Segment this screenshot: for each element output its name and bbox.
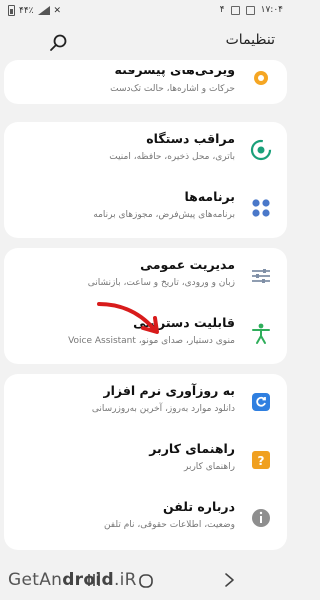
software-update-icon [252,393,270,411]
item-title: درباره تلفن [163,499,235,514]
settings-item-advanced-features[interactable]: ویژگی‌های پیشرفته حرکات و اشاره‌ها، حالت… [4,60,287,104]
watermark-suffix: .iR [113,570,137,590]
watermark-text: GetAndroid.iR [8,570,137,590]
watermark-prefix: GetAn [8,570,63,590]
battery-icon [8,5,15,16]
notification-count: ۴ [219,5,225,15]
settings-item-software-update[interactable]: به روزآوری نرم افزار دانلود موارد به‌روز… [4,374,287,432]
device-care-icon [250,139,272,161]
item-title: مدیریت عمومی [140,257,235,272]
general-management-icon [252,269,270,283]
settings-item-device-care[interactable]: مراقب دستگاه باتری، محل ذخیره، حافظه، ام… [4,122,287,180]
back-icon[interactable] [222,572,236,588]
item-title: راهنمای کاربر [149,441,235,456]
wifi-icon: ✕ [53,5,62,16]
status-right: ۴ ۱۷:۰۴ [220,5,283,15]
item-subtitle: زبان و ورودی، تاریخ و ساعت، بازنشانی [87,278,235,288]
page-title: تنظیمات [225,32,275,48]
advanced-features-icon [254,71,268,85]
screenshot-icon [230,5,240,15]
settings-item-about-phone[interactable]: درباره تلفن وضعیت، اطلاعات حقوقی، نام تل… [4,490,287,548]
battery-percent: ۴۴٪ [19,5,34,16]
settings-card-about: به روزآوری نرم افزار دانلود موارد به‌روز… [4,374,287,550]
item-subtitle: وضعیت، اطلاعات حقوقی، نام تلفن [103,520,235,530]
home-icon[interactable] [137,572,155,590]
svg-text:?: ? [258,454,265,468]
watermark-bold: droid [62,570,114,590]
item-subtitle: حرکات و اشاره‌ها، حالت تک‌دست [110,84,235,94]
item-subtitle: باتری، محل ذخیره، حافظه، امنیت [109,152,235,162]
clock: ۱۷:۰۴ [260,5,283,15]
item-title: ویژگی‌های پیشرفته [114,62,235,77]
status-bar: ۴۴٪ ✕ ۴ ۱۷:۰۴ [0,0,291,22]
item-title: به روزآوری نرم افزار [103,383,235,398]
info-icon [252,509,270,527]
accessibility-icon [252,323,270,344]
item-subtitle: برنامه‌های پیش‌فرض، مجوزهای برنامه [93,210,235,220]
settings-card-device: مراقب دستگاه باتری، محل ذخیره، حافظه، ام… [4,122,287,238]
item-title: مراقب دستگاه [146,131,235,146]
user-manual-icon: ? [252,451,270,469]
item-title: برنامه‌ها [184,189,235,204]
status-left: ۴۴٪ ✕ [8,5,61,16]
signal-icon [37,6,50,15]
app-header: تنظیمات [0,22,291,62]
gallery-icon [245,5,255,15]
annotation-arrow-icon [97,302,159,334]
item-subtitle: راهنمای کاربر [183,462,235,472]
item-subtitle: دانلود موارد به‌روز، آخرین به‌روزرسانی [91,404,235,414]
settings-item-apps[interactable]: برنامه‌ها برنامه‌های پیش‌فرض، مجوزهای بر… [4,180,287,238]
settings-card-advanced: ویژگی‌های پیشرفته حرکات و اشاره‌ها، حالت… [4,60,287,104]
apps-icon [252,199,270,217]
search-icon[interactable] [48,33,68,53]
settings-item-user-manual[interactable]: راهنمای کاربر راهنمای کاربر ? [4,432,287,490]
